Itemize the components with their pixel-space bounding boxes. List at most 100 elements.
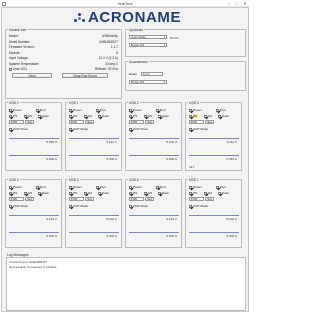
hs-checkbox[interactable]	[69, 191, 72, 195]
power-checkbox[interactable]	[129, 185, 132, 189]
port-enable-checkbox[interactable]	[96, 185, 99, 189]
current-limit-input[interactable]: 4000	[129, 120, 144, 124]
window-title: HubTool	[117, 1, 133, 7]
current-reading: 0.000 A	[46, 157, 58, 161]
usb-port-panel: USB 6 Power Port HS SS Data 4000 Set CDP…	[125, 177, 182, 248]
power-checkbox[interactable]	[69, 185, 72, 189]
current-reading: 0.000 A	[226, 234, 238, 238]
upstream-port-label: Port 0	[170, 35, 179, 40]
hs-checkbox[interactable]	[69, 114, 72, 118]
upstream-group: Upstream Auto Mode ▼ Port 0 Boost 0% ▼	[125, 27, 246, 57]
data-checkbox[interactable]	[158, 114, 161, 118]
user-led-row: User LED Refresh: 32.0Hz	[9, 67, 118, 71]
data-checkbox[interactable]	[38, 114, 41, 118]
upstream-mode-select[interactable]: Auto Mode ▼	[129, 35, 167, 40]
clear-port-errors-button[interactable]: Clear Port Errors	[62, 73, 108, 78]
module-info-group: Module Info Model: USBHub3p Serial Numbe…	[5, 27, 122, 99]
current-limit-input[interactable]: 4000	[189, 120, 204, 124]
hs-checkbox[interactable]	[9, 191, 12, 195]
ss-checkbox[interactable]	[144, 191, 147, 195]
data-checkbox[interactable]	[218, 114, 221, 118]
maximize-icon[interactable]: □	[233, 1, 241, 6]
voltage-trace	[189, 215, 239, 216]
hs-checkbox[interactable]	[129, 191, 132, 195]
delay-input[interactable]: 0 ms	[141, 71, 163, 76]
voltage-reading: 5.122 V	[46, 217, 57, 221]
current-limit-input[interactable]: 4000	[69, 197, 84, 201]
set-button[interactable]: Set	[25, 120, 34, 124]
data-checkbox[interactable]	[98, 114, 101, 118]
data-checkbox[interactable]	[158, 191, 161, 195]
current-trace	[189, 232, 239, 233]
current-trace	[189, 155, 239, 156]
set-button[interactable]: Set	[85, 197, 94, 201]
user-led-label: User LED	[13, 67, 27, 71]
data-checkbox[interactable]	[218, 191, 221, 195]
port-enable-checkbox[interactable]	[216, 185, 219, 189]
port-enable-checkbox[interactable]	[156, 185, 159, 189]
current-limit-input[interactable]: 4000	[69, 120, 84, 124]
port-enable-checkbox[interactable]	[96, 108, 99, 112]
close-icon[interactable]: ✕	[241, 1, 249, 6]
cdp-mode-checkbox[interactable]	[9, 127, 12, 131]
log-messages-panel[interactable]: Log Messages Connecting to 0x9E4B3D27 Su…	[6, 253, 246, 311]
ss-checkbox[interactable]	[84, 114, 87, 118]
cdp-mode-checkbox[interactable]	[189, 127, 192, 131]
cdp-mode-checkbox[interactable]	[189, 204, 192, 208]
cdp-mode-checkbox[interactable]	[129, 127, 132, 131]
ss-checkbox[interactable]	[24, 191, 27, 195]
set-button[interactable]: Set	[145, 120, 154, 124]
voltage-trace	[9, 215, 59, 216]
data-checkbox[interactable]	[38, 191, 41, 195]
set-button[interactable]: Set	[205, 120, 214, 124]
downstream-boost-select[interactable]: Boost 0% ▼	[129, 80, 167, 85]
voltage-reading: 5.102 V	[226, 217, 237, 221]
current-limit-input[interactable]: 4000	[189, 197, 204, 201]
hs-checkbox[interactable]	[129, 114, 132, 118]
ss-checkbox[interactable]	[204, 191, 207, 195]
ss-checkbox[interactable]	[84, 191, 87, 195]
power-checkbox[interactable]	[9, 108, 12, 112]
data-checkbox[interactable]	[98, 191, 101, 195]
power-checkbox[interactable]	[9, 185, 12, 189]
port-enable-checkbox[interactable]	[36, 185, 39, 189]
main-content: ACRONAME Module Info Model: USBHub3p Ser…	[1, 7, 249, 312]
hs-checkbox[interactable]	[189, 191, 192, 195]
minimize-icon[interactable]: –	[225, 1, 233, 6]
user-led-checkbox[interactable]	[9, 67, 12, 71]
set-button[interactable]: Set	[145, 197, 154, 201]
hs-checkbox[interactable]	[189, 114, 192, 118]
voltage-reading: 5.114 V	[226, 140, 237, 144]
hs-checkbox[interactable]	[9, 114, 12, 118]
port-enable-checkbox[interactable]	[156, 108, 159, 112]
cdp-mode-checkbox[interactable]	[69, 204, 72, 208]
power-checkbox[interactable]	[69, 108, 72, 112]
current-reading: 0.000 A	[166, 157, 178, 161]
info-row: Input Voltage: 12.4 V (2.3 A)	[9, 56, 118, 60]
cdp-mode-checkbox[interactable]	[69, 127, 72, 131]
ss-checkbox[interactable]	[144, 114, 147, 118]
info-row: Serial Number: 0x9E4B3D27	[9, 39, 118, 44]
set-button[interactable]: Set	[205, 197, 214, 201]
cdp-mode-checkbox[interactable]	[9, 204, 12, 208]
refresh-rate-value: 32.0Hz	[107, 67, 118, 71]
current-trace	[9, 232, 59, 233]
cdp-mode-checkbox[interactable]	[129, 204, 132, 208]
port-enable-checkbox[interactable]	[216, 108, 219, 112]
current-limit-input[interactable]: 4000	[9, 197, 24, 201]
current-limit-input[interactable]: 4000	[129, 197, 144, 201]
ss-checkbox[interactable]	[204, 114, 207, 118]
current-trace	[69, 232, 119, 233]
upstream-boost-select[interactable]: Boost 0% ▼	[129, 43, 167, 48]
power-checkbox[interactable]	[189, 108, 192, 112]
set-button[interactable]: Set	[85, 120, 94, 124]
power-checkbox[interactable]	[129, 108, 132, 112]
current-limit-input[interactable]: 4000	[9, 120, 24, 124]
save-button[interactable]: Save	[12, 73, 52, 78]
port-enable-checkbox[interactable]	[36, 108, 39, 112]
refresh-label: Refresh:	[94, 67, 107, 71]
ss-checkbox[interactable]	[24, 114, 27, 118]
power-checkbox[interactable]	[189, 185, 192, 189]
set-button[interactable]: Set	[25, 197, 34, 201]
title-bar: HubTool – □ ✕	[0, 0, 250, 7]
